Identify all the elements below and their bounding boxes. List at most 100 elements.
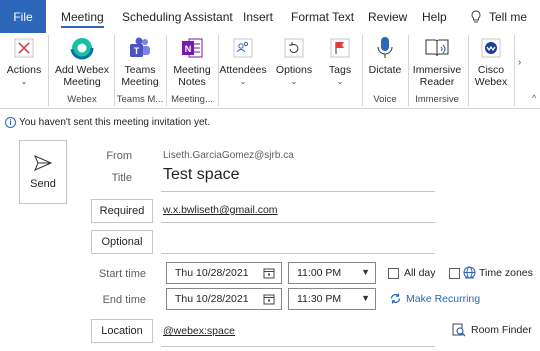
- chevron-down-icon: ⌄: [239, 77, 247, 86]
- tags-button[interactable]: Tags ⌄: [322, 33, 358, 95]
- cisco-webex-icon: [478, 35, 504, 61]
- collapse-ribbon-icon[interactable]: ^: [532, 93, 536, 103]
- actions-label: Actions: [6, 64, 42, 76]
- menu-tabs: File Meeting Scheduling Assistant Insert…: [0, 0, 540, 33]
- meeting-notes-button[interactable]: N Meeting Notes: [170, 33, 214, 95]
- chevron-down-icon: ▼: [361, 267, 370, 277]
- tab-meeting[interactable]: Meeting: [61, 0, 104, 33]
- tab-format-text[interactable]: Format Text: [291, 0, 354, 33]
- teams-label-1: Teams: [124, 64, 156, 76]
- attendees-button[interactable]: Attendees ⌄: [219, 33, 267, 95]
- group-immersive: Immersive: [415, 94, 459, 105]
- cisco-label-1: Cisco: [477, 64, 505, 76]
- all-day-checkbox[interactable]: [388, 268, 399, 279]
- room-finder-icon: [452, 323, 466, 337]
- end-date-picker[interactable]: Thu 10/28/2021: [166, 288, 282, 310]
- send-icon: [34, 155, 53, 171]
- tab-insert[interactable]: Insert: [243, 0, 273, 33]
- attendees-label: Attendees: [219, 64, 267, 76]
- title-label: Title: [111, 172, 132, 184]
- end-date-value: Thu 10/28/2021: [175, 293, 249, 305]
- ribbon-divider: [48, 35, 49, 106]
- dictate-label: Dictate: [368, 64, 402, 76]
- close-x-icon: [11, 35, 37, 61]
- dictate-button[interactable]: Dictate: [364, 33, 406, 95]
- tab-file[interactable]: File: [0, 0, 46, 33]
- chevron-down-icon: ⌄: [336, 77, 344, 86]
- onenote-icon: N: [179, 35, 205, 61]
- room-finder-label: Room Finder: [471, 324, 532, 336]
- optional-underline: [161, 253, 435, 254]
- start-date-picker[interactable]: Thu 10/28/2021: [166, 262, 282, 284]
- recurring-icon: [390, 293, 401, 304]
- info-text: You haven't sent this meeting invitation…: [19, 116, 211, 128]
- tags-label: Tags: [328, 64, 352, 76]
- lightbulb-icon: [471, 9, 481, 22]
- location-button[interactable]: Location: [91, 319, 153, 343]
- room-finder-button[interactable]: Room Finder: [452, 323, 532, 337]
- options-button[interactable]: Options ⌄: [274, 33, 314, 95]
- ribbon: Actions ⌄ Add Webex Meeting Webex T Team…: [0, 33, 540, 109]
- microphone-icon: [372, 35, 398, 61]
- notes-label-2: Notes: [178, 76, 206, 88]
- send-label: Send: [30, 178, 56, 190]
- add-webex-meeting-button[interactable]: Add Webex Meeting: [54, 33, 110, 95]
- title-input[interactable]: Test space: [163, 166, 239, 184]
- ribbon-more-chevron-icon[interactable]: ›: [518, 57, 521, 68]
- ribbon-divider: [114, 35, 115, 106]
- chevron-down-icon: ▼: [361, 293, 370, 303]
- notes-label-1: Meeting: [173, 64, 211, 76]
- required-attendees-input[interactable]: w.x.bwliseth@gmail.com: [163, 204, 278, 216]
- immersive-reader-icon: [424, 35, 450, 61]
- start-time-label: Start time: [98, 268, 146, 280]
- chevron-down-icon: ⌄: [20, 77, 28, 86]
- required-button[interactable]: Required: [91, 199, 153, 223]
- calendar-icon[interactable]: [263, 267, 275, 282]
- start-time-dropdown[interactable]: 11:00 PM ▼: [288, 262, 376, 284]
- tab-scheduling-assistant[interactable]: Scheduling Assistant: [122, 0, 233, 33]
- group-teams: Teams M...: [116, 94, 164, 105]
- tell-me-search[interactable]: Tell me: [470, 0, 527, 33]
- info-icon: i: [5, 116, 16, 128]
- teams-label-2: Meeting: [121, 76, 159, 88]
- time-zones-label: Time zones: [479, 267, 533, 279]
- add-webex-label-2: Meeting: [63, 76, 101, 88]
- globe-icon: [463, 266, 476, 282]
- tab-review[interactable]: Review: [368, 0, 407, 33]
- cisco-label-2: Webex: [474, 76, 508, 88]
- teams-meeting-button[interactable]: T Teams Meeting: [118, 33, 162, 95]
- all-day-label: All day: [404, 267, 436, 279]
- immersive-label-2: Reader: [419, 76, 455, 88]
- webex-icon: [69, 35, 95, 61]
- ribbon-divider: [166, 35, 167, 106]
- tab-help[interactable]: Help: [422, 0, 447, 33]
- ribbon-divider: [408, 35, 409, 106]
- end-time-dropdown[interactable]: 11:30 PM ▼: [288, 288, 376, 310]
- start-time-value: 11:00 PM: [297, 267, 342, 279]
- svg-text:T: T: [134, 46, 140, 56]
- location-input[interactable]: @webex:space: [163, 325, 235, 337]
- flag-icon: [327, 35, 353, 61]
- start-date-value: Thu 10/28/2021: [175, 267, 249, 279]
- time-zones-checkbox[interactable]: [449, 268, 460, 279]
- ribbon-divider: [514, 35, 515, 106]
- cisco-webex-button[interactable]: Cisco Webex: [470, 33, 512, 95]
- send-button[interactable]: Send: [19, 140, 67, 204]
- options-label: Options: [275, 64, 313, 76]
- attendees-icon: [230, 35, 256, 61]
- calendar-icon[interactable]: [263, 293, 275, 308]
- info-bar: i You haven't sent this meeting invitati…: [5, 116, 210, 128]
- title-underline: [161, 191, 435, 192]
- ribbon-divider: [468, 35, 469, 106]
- required-underline: [161, 222, 435, 223]
- make-recurring-button[interactable]: Make Recurring: [389, 292, 480, 305]
- optional-button[interactable]: Optional: [91, 230, 153, 254]
- tell-me-label: Tell me: [489, 9, 528, 24]
- teams-icon: T: [127, 35, 153, 61]
- chevron-down-icon: ⌄: [290, 77, 298, 86]
- make-recurring-label: Make Recurring: [406, 292, 481, 305]
- immersive-reader-button[interactable]: Immersive Reader: [410, 33, 464, 95]
- actions-button[interactable]: Actions ⌄: [4, 33, 44, 95]
- location-underline: [161, 346, 435, 347]
- ribbon-divider: [362, 35, 363, 106]
